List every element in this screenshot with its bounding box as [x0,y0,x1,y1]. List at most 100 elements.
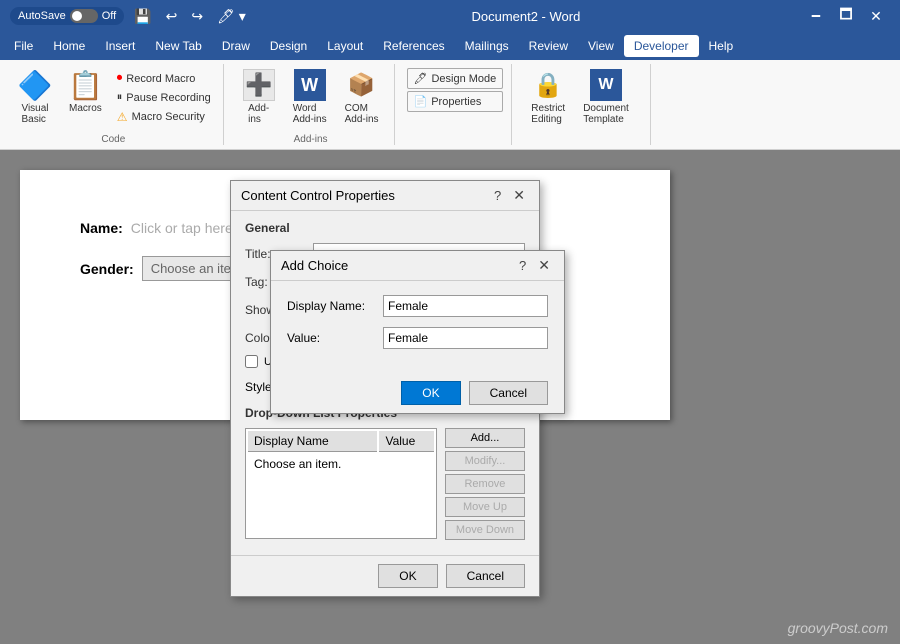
dialog-add-controls: ? ✕ [515,257,554,274]
watermark: groovyPost.com [788,620,888,636]
menu-insert[interactable]: Insert [95,35,145,57]
ribbon-btn-macros[interactable]: 📋 Macros [62,64,109,119]
addins-icon: ➕ [243,69,275,101]
properties-button[interactable]: 📄 Properties [407,91,504,112]
dialog-ccp-title: Content Control Properties [241,188,395,203]
macro-security-button[interactable]: ⚠ Macro Security [113,108,215,126]
properties-label: Properties [431,96,481,108]
redo-button[interactable]: ↪ [187,6,207,27]
save-button[interactable]: 💾 [130,6,155,27]
lock-icon: 🔒 [532,69,564,101]
menu-mailings[interactable]: Mailings [455,35,519,57]
ribbon-btn-document-template[interactable]: W DocumentTemplate [576,64,636,130]
customize-button[interactable]: 🖊 ▾ [213,6,250,27]
modify-button[interactable]: Modify... [445,451,525,471]
ribbon-group-controls: 🖊 Design Mode 📄 Properties [403,64,513,145]
document-template-icon: W [590,69,622,101]
macros-label: Macros [69,103,102,114]
menu-file[interactable]: File [4,35,43,57]
menu-review[interactable]: Review [519,35,578,57]
dialog-ccp-controls: ? ✕ [490,187,529,204]
pause-recording-button[interactable]: ⏸ Pause Recording [113,89,215,106]
menu-references[interactable]: References [373,35,454,57]
dialog-ccp-cancel-button[interactable]: Cancel [446,564,525,588]
close-button[interactable]: ✕ [862,2,890,30]
ribbon-small-group-macros: ⏺ Record Macro ⏸ Pause Recording ⚠ Macro… [113,70,215,126]
value-input[interactable] [383,327,548,349]
dialog-add-choice: Add Choice ? ✕ Display Name: Value: OK C [270,250,565,414]
menu-developer[interactable]: Developer [624,35,699,57]
ribbon-group-code: 🔷 VisualBasic 📋 Macros ⏺ Record Macro ⏸ … [8,64,224,145]
col-value: Value [379,431,433,452]
menu-new-tab[interactable]: New Tab [145,35,211,57]
dialog-add-close-button[interactable]: ✕ [534,257,554,274]
com-addins-icon: 📦 [346,69,378,101]
autosave-label: AutoSave [18,10,66,22]
record-macro-label: Record Macro [126,73,195,85]
move-up-button[interactable]: Move Up [445,497,525,517]
window-controls: 🗕 🗖 ✕ [802,2,890,30]
ribbon-btn-visual-basic[interactable]: 🔷 VisualBasic [12,64,58,130]
maximize-button[interactable]: 🗖 [832,2,860,30]
display-name-label: Display Name: [287,299,383,313]
display-name-input[interactable] [383,295,548,317]
menu-design[interactable]: Design [260,35,317,57]
display-name-row: Display Name: [287,295,548,317]
row-value [379,454,433,474]
ribbon-group-addins-label: Add-ins [236,130,386,145]
ribbon-items-templates: 🔒 RestrictEditing W DocumentTemplate [524,64,641,130]
ribbon-btn-restrict-editing[interactable]: 🔒 RestrictEditing [524,64,572,130]
record-icon: ⏺ [117,72,123,85]
menu-draw[interactable]: Draw [212,35,260,57]
ribbon-group-code-label: Code [12,130,215,145]
dialog-ccp-close-button[interactable]: ✕ [509,187,529,204]
general-section-header: General [245,221,525,235]
move-down-button[interactable]: Move Down [445,520,525,540]
ribbon-items-code: 🔷 VisualBasic 📋 Macros ⏺ Record Macro ⏸ … [12,64,215,130]
dialog-add-titlebar: Add Choice ? ✕ [271,251,564,281]
ribbon-items-addins: ➕ Add-ins W WordAdd-ins 📦 COMAdd-ins [236,64,386,130]
remove-button[interactable]: Remove [445,474,525,494]
dialog-add-ok-button[interactable]: OK [401,381,460,405]
ribbon-group-templates: 🔒 RestrictEditing W DocumentTemplate Dro… [520,64,650,145]
com-addins-label: COMAdd-ins [345,103,379,125]
dialog-ccp-ok-button[interactable]: OK [378,564,437,588]
visual-basic-label: VisualBasic [21,103,48,125]
table-row[interactable]: Choose an item. [248,454,434,474]
menu-view[interactable]: View [578,35,624,57]
col-display-name: Display Name [248,431,377,452]
menu-home[interactable]: Home [43,35,95,57]
ribbon-btn-com-addins[interactable]: 📦 COMAdd-ins [338,64,386,130]
dialog-add-body: Display Name: Value: [271,281,564,373]
autosave-toggle[interactable] [70,9,98,23]
word-addins-icon: W [294,69,326,101]
ribbon-btn-addins[interactable]: ➕ Add-ins [236,64,282,130]
addins-label: Add-ins [248,103,269,125]
title-bar-left: AutoSave Off 💾 ↩ ↪ 🖊 ▾ [10,6,250,27]
dialog-add-cancel-button[interactable]: Cancel [469,381,548,405]
record-macro-button[interactable]: ⏺ Record Macro [113,70,215,87]
dialog-add-help-button[interactable]: ? [515,257,530,274]
dialog-ccp-help-button[interactable]: ? [490,187,505,204]
name-label: Name: [80,220,123,236]
ribbon-btn-word-addins[interactable]: W WordAdd-ins [286,64,334,130]
style-checkbox[interactable] [245,355,258,368]
minimize-button[interactable]: 🗕 [802,2,830,30]
pause-label: Pause Recording [126,92,210,104]
autosave-area: AutoSave Off [10,7,124,25]
value-row: Value: [287,327,548,349]
title-bar: AutoSave Off 💾 ↩ ↪ 🖊 ▾ Document2 - Word … [0,0,900,32]
menu-layout[interactable]: Layout [317,35,373,57]
dropdown-list-area: Display Name Value Choose an item. [245,428,525,545]
menu-help[interactable]: Help [699,35,744,57]
dialog-add-footer: OK Cancel [271,373,564,413]
design-mode-button[interactable]: 🖊 Design Mode [407,68,504,89]
pause-icon: ⏸ [117,91,123,104]
undo-button[interactable]: ↩ [162,6,182,27]
macro-security-label: Macro Security [132,111,205,123]
add-button[interactable]: Add... [445,428,525,448]
menu-bar: File Home Insert New Tab Draw Design Lay… [0,32,900,60]
dropdown-table: Display Name Value Choose an item. [245,428,437,539]
macros-icon: 📋 [69,69,101,101]
dialog-add-title: Add Choice [281,258,348,273]
